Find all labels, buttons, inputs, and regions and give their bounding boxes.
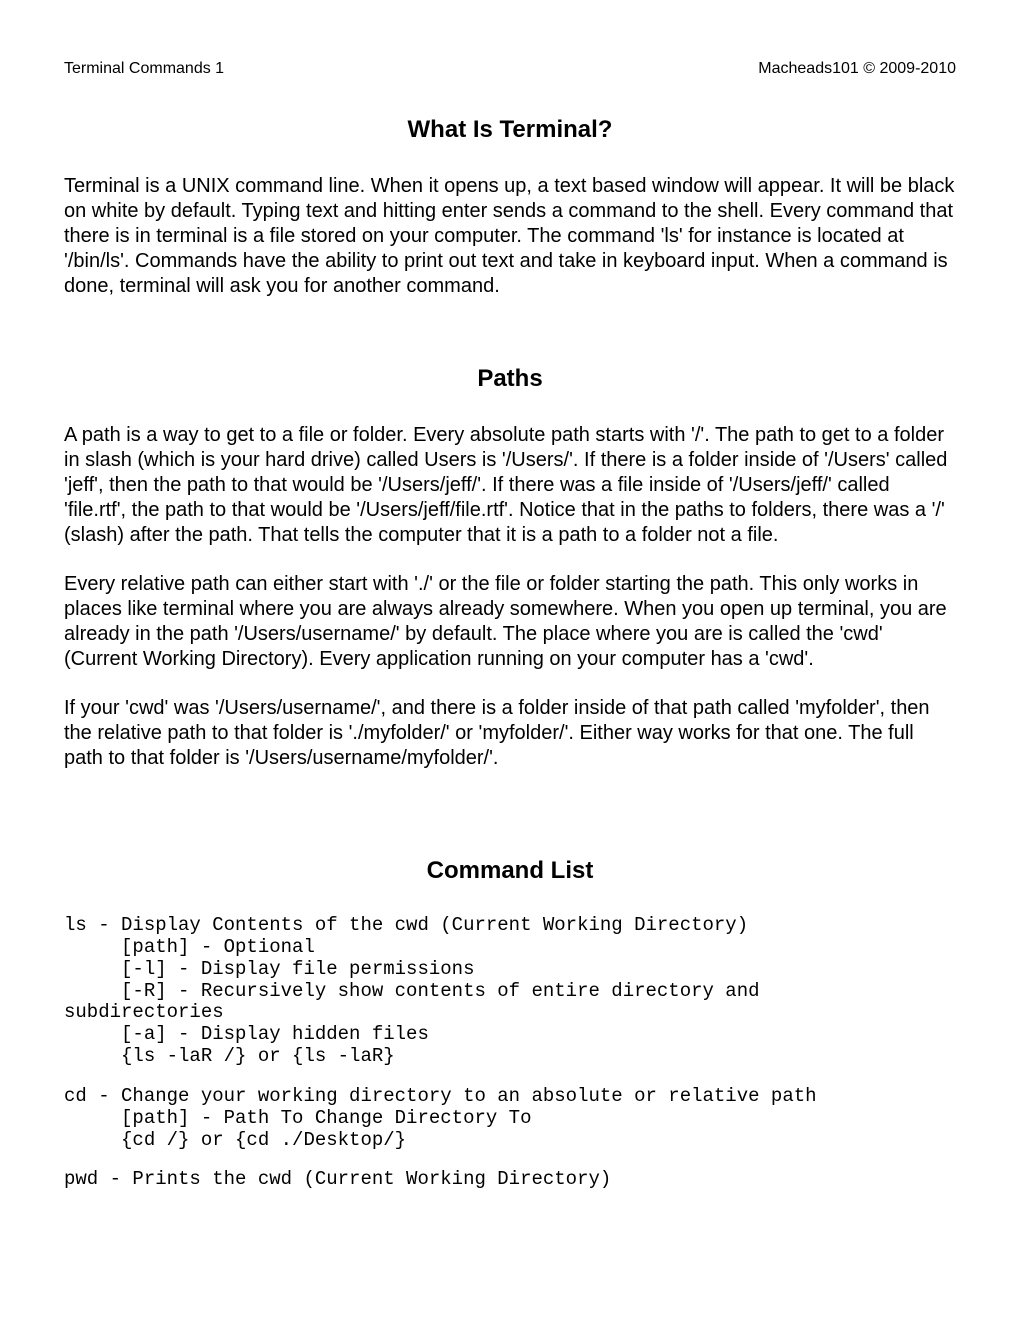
header-left: Terminal Commands 1 (64, 60, 224, 78)
section-title-what-is-terminal: What Is Terminal? (64, 116, 956, 144)
paragraph: Every relative path can either start wit… (64, 572, 956, 672)
command-ls: ls - Display Contents of the cwd (Curren… (64, 915, 956, 1068)
page-header: Terminal Commands 1 Macheads101 © 2009-2… (64, 60, 956, 78)
section-title-paths: Paths (64, 365, 956, 393)
command-cd: cd - Change your working directory to an… (64, 1086, 956, 1152)
section-title-command-list: Command List (64, 857, 956, 885)
paragraph: Terminal is a UNIX command line. When it… (64, 174, 956, 299)
paragraph: If your 'cwd' was '/Users/username/', an… (64, 696, 956, 771)
command-pwd: pwd - Prints the cwd (Current Working Di… (64, 1169, 956, 1191)
document-page: Terminal Commands 1 Macheads101 © 2009-2… (0, 0, 1020, 1320)
paragraph: A path is a way to get to a file or fold… (64, 423, 956, 548)
header-right: Macheads101 © 2009-2010 (758, 60, 956, 78)
